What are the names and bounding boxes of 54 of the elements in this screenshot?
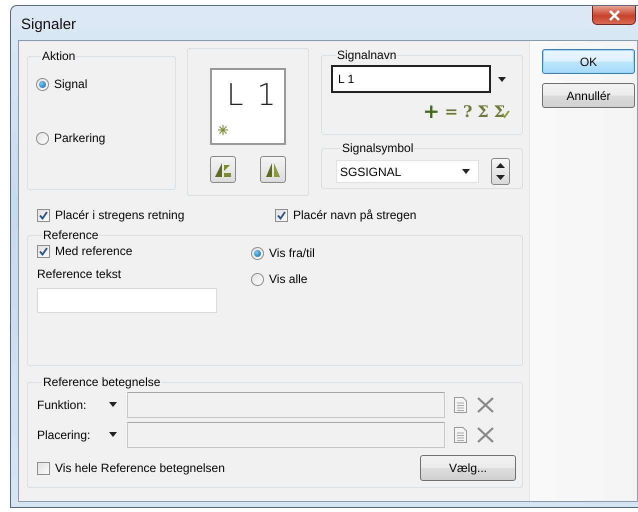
radio-button[interactable] <box>36 78 49 90</box>
tool-symbol[interactable]: = <box>444 102 458 120</box>
group-title: Reference betegnelse <box>42 375 162 389</box>
radio-button[interactable] <box>36 132 49 144</box>
delete-icon[interactable] <box>477 396 494 412</box>
dropdown-icon[interactable] <box>109 402 117 407</box>
ok-button[interactable]: OK <box>542 49 635 74</box>
cancel-button[interactable]: Annullér <box>542 83 635 108</box>
field-label: Reference tekst <box>37 267 122 281</box>
radio-label: Vis alle <box>269 272 308 286</box>
preview-text: L 1 <box>226 78 278 113</box>
close-button[interactable] <box>592 6 636 25</box>
checkbox-label: Placér i stregens retning <box>55 208 184 222</box>
document-icon[interactable] <box>454 396 467 412</box>
checkbox[interactable] <box>37 244 50 258</box>
choose-button[interactable]: Vælg... <box>420 455 516 481</box>
mirror-rotate-icon <box>214 162 232 178</box>
checkbox[interactable] <box>37 462 50 474</box>
radio-button[interactable] <box>251 272 264 286</box>
radio-label: Vis fra/til <box>269 246 315 260</box>
tool-symbol[interactable]: ? <box>463 102 472 120</box>
window-title: Signaler <box>20 15 76 33</box>
dropdown-icon[interactable] <box>498 76 506 82</box>
field-label: Placering: <box>37 428 92 442</box>
signal-symbol-dropdown[interactable]: SGSIGNAL <box>336 160 479 183</box>
rotate-button[interactable] <box>210 156 236 183</box>
mirror-icon <box>265 162 281 178</box>
tool-symbol[interactable]: Σ <box>477 102 489 120</box>
radio-label: Signal <box>54 77 88 91</box>
dropdown-icon[interactable] <box>109 432 117 437</box>
mirror-button[interactable] <box>260 156 286 183</box>
add-tool[interactable]: + <box>422 99 440 123</box>
document-icon[interactable] <box>454 426 467 442</box>
down-arrow-icon <box>496 175 505 180</box>
dropdown-caret-icon[interactable] <box>462 169 470 174</box>
group-title: Signalsymbol <box>341 141 414 155</box>
group-title: Reference <box>42 228 100 242</box>
asterisk-icon <box>218 125 228 135</box>
radio-label: Parkering <box>54 131 106 145</box>
group-title: Signalnavn <box>336 48 398 62</box>
field-label: Funktion: <box>37 398 88 412</box>
radio-button[interactable] <box>251 246 264 260</box>
close-icon <box>608 10 620 20</box>
up-arrow-icon <box>496 162 505 168</box>
spinner-button[interactable] <box>491 158 510 185</box>
group-title: Aktion <box>41 49 76 63</box>
checkbox[interactable] <box>275 208 288 222</box>
checkbox-label: Med reference <box>55 244 132 258</box>
checkbox[interactable] <box>37 208 50 222</box>
checkbox-label: Placér navn på stregen <box>293 208 416 222</box>
delete-icon[interactable] <box>477 426 494 442</box>
signal-name-field[interactable]: L 1 <box>331 65 491 93</box>
reference-text-field[interactable] <box>37 288 217 313</box>
checkbox-label: Vis hele Reference betegnelsen <box>55 461 225 475</box>
